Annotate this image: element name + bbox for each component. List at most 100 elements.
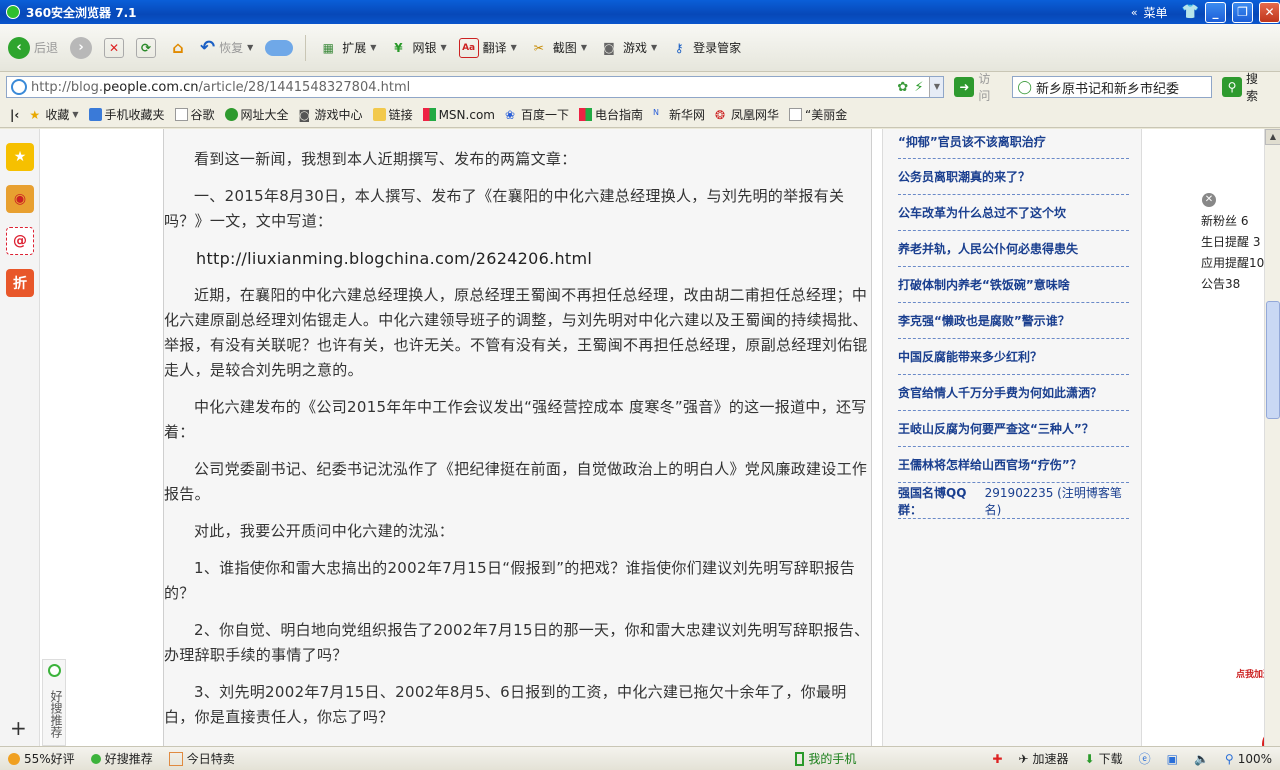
forward-button[interactable]: ›	[66, 33, 96, 63]
zoom-item[interactable]: ⚲ 100%	[1217, 752, 1280, 766]
article-paragraph: 公司党委副书记、纪委书记沈泓作了《把纪律挺在前面，自觉做政治上的明白人》党风廉政…	[164, 460, 868, 503]
new-fans-link[interactable]: 新粉丝 6	[1198, 211, 1264, 232]
zoom-icon: ⚲	[1224, 751, 1234, 766]
plus-item[interactable]: ✚	[984, 752, 1010, 766]
go-arrow-icon: ➜	[954, 77, 975, 97]
scrollbar-thumb[interactable]	[1266, 301, 1280, 419]
related-article-link[interactable]: 养老并轨，人民公仆何必患得患失	[898, 231, 1129, 267]
related-article-link[interactable]: 打破体制内养老“铁饭碗”意味啥	[898, 267, 1129, 303]
bookmark-baidu[interactable]: ❀ 百度一下	[505, 106, 569, 123]
haosou-logo-icon	[48, 664, 61, 677]
login-manager-button[interactable]: ⚷ 登录管家	[665, 33, 745, 63]
search-button-label: 搜索	[1246, 72, 1259, 103]
ie-item[interactable]: ⓔ	[1131, 750, 1159, 767]
bookmark-label: 电台指南	[594, 108, 643, 122]
app-reminder-link[interactable]: 应用提醒104	[1198, 253, 1264, 274]
stop-icon: ✕	[104, 37, 125, 58]
volume-item[interactable]: 🔈	[1186, 752, 1217, 766]
discount-icon[interactable]: 折	[6, 269, 34, 297]
bookmark-ifeng[interactable]: ❂ 凤凰网华	[715, 106, 779, 123]
stop-button[interactable]: ✕	[100, 33, 128, 63]
games-label: 游戏	[622, 41, 647, 55]
scroll-up-arrow-icon[interactable]: ▲	[1265, 129, 1280, 145]
daily-sale-item[interactable]: 今日特卖	[161, 750, 243, 767]
related-article-link[interactable]: “抑郁”官员该不该离职治疗	[898, 129, 1129, 159]
minimize-button[interactable]: _	[1205, 1, 1226, 23]
screenshot-button[interactable]: ✂ 截图 ▼	[525, 33, 591, 63]
my-phone-item[interactable]: 我的手机	[787, 750, 864, 767]
notice-link[interactable]: 公告38	[1198, 274, 1264, 295]
related-article-link[interactable]: 公务员离职潮真的来了？	[898, 159, 1129, 195]
vertical-scrollbar[interactable]: ▲	[1264, 129, 1280, 746]
menu-button[interactable]: 菜单	[1144, 4, 1168, 21]
bookmark-links[interactable]: 链接	[372, 106, 413, 123]
bookmark-label: 收藏	[45, 108, 70, 122]
games-button[interactable]: ◙ 游戏 ▼	[595, 33, 661, 63]
compat-mode-icon[interactable]: ✿	[897, 80, 908, 95]
related-article-link[interactable]: 贪官给情人千万分手费为何如此潇洒？	[898, 375, 1129, 411]
related-articles-list: “抑郁”官员该不该离职治疗 公务员离职潮真的来了？ 公车改革为什么总过不了这个坎…	[898, 129, 1129, 519]
go-label: 访问	[978, 72, 991, 103]
recommend-item[interactable]: 好搜推荐	[83, 750, 161, 767]
search-input[interactable]: ◯ 新乡原书记和新乡市纪委	[1012, 76, 1213, 98]
haosou-label: 好搜推荐	[49, 689, 63, 738]
close-icon[interactable]: ✕	[1202, 193, 1216, 207]
favorites-star-icon[interactable]: ★	[6, 143, 34, 171]
download-item[interactable]: ⬇ 下载	[1077, 750, 1131, 767]
window-icon: ▣	[1166, 751, 1178, 766]
bookmark-favorites[interactable]: ★ 收藏 ▼	[29, 106, 78, 123]
article-paragraph: 3、刘先明2002年7月15日、2002年8月5、6日报到的工资，中化六建已拖欠…	[164, 683, 847, 726]
window-item[interactable]: ▣	[1159, 752, 1186, 766]
related-article-link[interactable]: 王儒林将怎样给山西官场“疗伤”？	[898, 447, 1129, 483]
chevron-down-icon: ▼	[370, 43, 377, 52]
email-icon[interactable]: @	[6, 227, 34, 255]
extensions-button[interactable]: ▦ 扩展 ▼	[314, 33, 380, 63]
bookmark-google[interactable]: 谷歌	[174, 106, 215, 123]
red-plus-icon: ✚	[992, 751, 1003, 766]
cloud-button[interactable]	[261, 33, 297, 63]
chevron-down-icon: ▼	[580, 43, 587, 52]
related-article-link[interactable]: 李克强“懒政也是腐败”警示谁？	[898, 303, 1129, 339]
collapse-icon[interactable]: «	[1131, 6, 1138, 19]
translate-button[interactable]: Aa 翻译 ▼	[455, 33, 521, 63]
related-article-link[interactable]: 公车改革为什么总过不了这个坎	[898, 195, 1129, 231]
sidebar-toggle-icon[interactable]: |‹	[10, 108, 19, 122]
speaker-icon: 🔈	[1193, 751, 1209, 766]
undo-icon: ↶	[200, 37, 216, 58]
article-link[interactable]: http://liuxianming.blogchina.com/2624206…	[164, 246, 871, 271]
back-button[interactable]: ‹ 后退	[4, 33, 62, 63]
weibo-icon[interactable]: ◉	[6, 185, 34, 213]
address-dropdown-icon[interactable]: ▼	[929, 77, 944, 97]
search-button[interactable]: ⚲ 搜索	[1218, 72, 1274, 103]
accelerator-item[interactable]: ✈ 加速器	[1010, 750, 1076, 767]
paw-icon: ❀	[504, 108, 516, 122]
bookmark-radio-guide[interactable]: 电台指南	[578, 106, 643, 123]
bookmark-label: 手机收藏夹	[104, 108, 165, 122]
rating-item[interactable]: 55%好评	[0, 750, 83, 767]
skin-icon[interactable]: 👕	[1182, 4, 1199, 20]
ie-icon: ⓔ	[1138, 752, 1151, 766]
bookmark-label: 百度一下	[520, 108, 569, 122]
close-button[interactable]: ✕	[1259, 1, 1280, 23]
restore-button[interactable]: ↶ 恢复 ▼	[196, 33, 257, 63]
bookmark-xinhua[interactable]: N 新华网	[653, 106, 705, 123]
maximize-button[interactable]: ❐	[1232, 1, 1253, 23]
bookmark-mobile-favorites[interactable]: 手机收藏夹	[88, 106, 165, 123]
search-engine-icon[interactable]: ◯	[1017, 80, 1032, 95]
home-button[interactable]: ⌂	[164, 33, 192, 63]
add-icon[interactable]: +	[10, 716, 27, 740]
bookmark-directory[interactable]: 网址大全	[224, 106, 289, 123]
bookmark-game-center[interactable]: ◙ 游戏中心	[299, 106, 363, 123]
refresh-button[interactable]: ⟳	[132, 33, 160, 63]
speed-mode-icon[interactable]: ⚡	[914, 80, 923, 95]
bank-button[interactable]: ¥ 网银 ▼	[384, 33, 450, 63]
bookmark-msn[interactable]: MSN.com	[422, 108, 495, 122]
related-article-link[interactable]: 王岐山反腐为何要严查这“三种人”？	[898, 411, 1129, 447]
title-bar: 360安全浏览器 7.1 « 菜单 👕 _ ❐ ✕	[0, 0, 1280, 24]
haosou-recommend-tab[interactable]: 好搜推荐	[42, 659, 66, 746]
bookmark-beautiful[interactable]: “美丽金	[789, 106, 847, 123]
address-input[interactable]: http://blog.people.com.cn/article/28/144…	[6, 76, 945, 98]
go-button[interactable]: ➜ 访问	[950, 72, 1006, 103]
related-article-link[interactable]: 中国反腐能带来多少红利？	[898, 339, 1129, 375]
birthday-reminder-link[interactable]: 生日提醒 3	[1198, 232, 1264, 253]
